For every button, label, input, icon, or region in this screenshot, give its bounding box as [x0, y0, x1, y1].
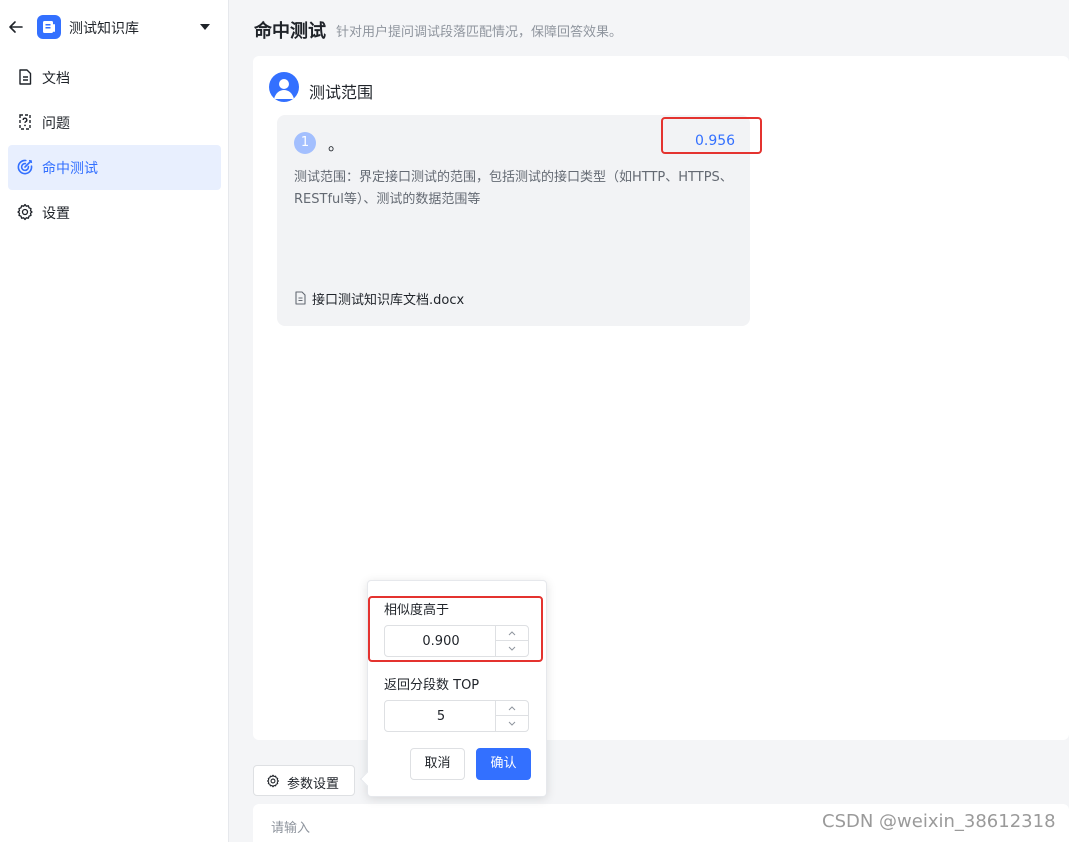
- main-panel: 命中测试 针对用户提问调试段落匹配情况，保障回答效果。 测试范围 1 。 0.9…: [229, 0, 1069, 842]
- top-n-input[interactable]: [385, 701, 497, 731]
- result-title: 。: [328, 135, 345, 154]
- parameter-settings-label: 参数设置: [287, 777, 340, 792]
- target-icon: [16, 158, 34, 176]
- decrement-button[interactable]: [496, 716, 528, 731]
- increment-button[interactable]: [496, 701, 528, 716]
- question-text: 测试范围: [309, 83, 374, 102]
- sidebar-item-label: 文档: [42, 71, 70, 87]
- gear-icon: [266, 774, 280, 788]
- sidebar-item-questions[interactable]: 问题: [8, 100, 221, 145]
- confirm-button[interactable]: 确认: [476, 748, 531, 780]
- sidebar-item-hit-test[interactable]: 命中测试: [8, 145, 221, 190]
- decrement-button[interactable]: [496, 641, 528, 656]
- similarity-input[interactable]: [385, 626, 497, 656]
- knowledge-base-name[interactable]: 测试知识库: [69, 18, 139, 38]
- top-n-stepper: [384, 700, 529, 732]
- page-title: 命中测试: [254, 21, 326, 42]
- question-doc-icon: [16, 113, 34, 131]
- top-n-stepper-controls: [495, 701, 528, 731]
- watermark: CSDN @weixin_38612318: [822, 811, 1056, 832]
- caret-down-icon[interactable]: [199, 22, 211, 32]
- knowledge-base-icon: [37, 15, 61, 39]
- result-card[interactable]: 1 。 0.956 测试范围：界定接口测试的范围，包括测试的接口类型（如HTTP…: [277, 115, 750, 326]
- result-index: 1: [294, 132, 316, 154]
- source-file-name: 接口测试知识库文档.docx: [312, 293, 465, 308]
- cancel-button[interactable]: 取消: [410, 748, 465, 780]
- sidebar-item-label: 命中测试: [42, 161, 98, 177]
- similarity-score: 0.956: [695, 133, 736, 149]
- gear-icon: [16, 203, 34, 221]
- similarity-stepper: [384, 625, 529, 657]
- result-content: 测试范围：界定接口测试的范围，包括测试的接口类型（如HTTP、HTTPS、RES…: [294, 170, 733, 207]
- parameter-popover: 相似度高于 返回分段数 TOP 取消 确认: [359, 580, 547, 797]
- sidebar-item-label: 问题: [42, 116, 70, 132]
- sidebar-item-documents[interactable]: 文档: [8, 55, 221, 100]
- similarity-label: 相似度高于: [384, 603, 450, 618]
- increment-button[interactable]: [496, 626, 528, 641]
- page-subtitle: 针对用户提问调试段落匹配情况，保障回答效果。: [336, 25, 623, 40]
- sidebar-nav: 文档 问题 命中测试 设置: [8, 55, 221, 235]
- sidebar-item-settings[interactable]: 设置: [8, 190, 221, 235]
- sidebar-header: 测试知识库: [0, 8, 229, 46]
- top-n-label: 返回分段数 TOP: [384, 678, 480, 693]
- sidebar: 测试知识库 文档 问题 命中测试 设置: [0, 0, 229, 842]
- document-icon: [16, 68, 34, 86]
- back-arrow-icon[interactable]: [7, 18, 25, 36]
- parameter-settings-button[interactable]: 参数设置: [253, 765, 355, 796]
- sidebar-item-label: 设置: [42, 206, 70, 222]
- similarity-stepper-controls: [495, 626, 528, 656]
- user-avatar-icon: [269, 72, 299, 102]
- file-icon: [294, 291, 307, 305]
